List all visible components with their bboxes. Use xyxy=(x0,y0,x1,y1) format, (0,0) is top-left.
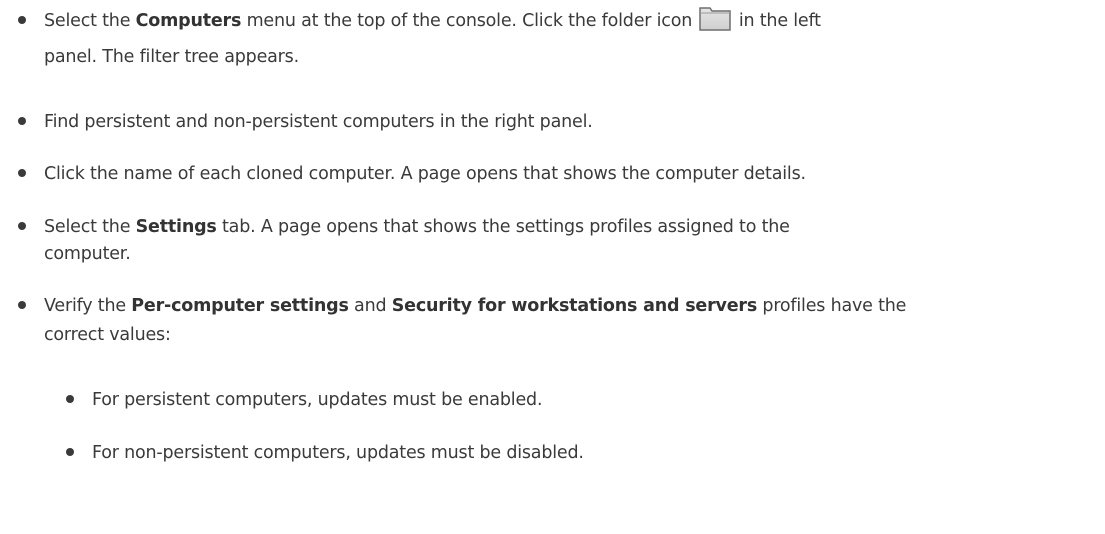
list-item-step-5-continued: correct values: xyxy=(44,318,1084,352)
step-text: correct values: xyxy=(44,325,171,345)
profile-name-per-computer: Per-computer settings xyxy=(131,296,349,316)
step-text: menu at the top of the console. Click th… xyxy=(241,11,698,31)
step-text: panel. The filter tree appears. xyxy=(44,47,299,67)
list-item-substep-1: For persistent computers, updates must b… xyxy=(66,383,1072,417)
step-text: and xyxy=(348,296,392,316)
list-item-step-3: Click the name of each cloned computer. … xyxy=(18,157,1084,191)
tab-name-settings: Settings xyxy=(135,217,217,237)
step-text: Find persistent and non-persistent compu… xyxy=(44,112,593,132)
list-item-step-4-continued: computer. xyxy=(44,237,1084,271)
step-text: For non-persistent computers, updates mu… xyxy=(92,443,584,463)
bullet xyxy=(18,301,26,309)
bullet xyxy=(18,117,26,125)
bullet xyxy=(18,16,26,24)
list-item-substep-2: For non-persistent computers, updates mu… xyxy=(66,436,1072,470)
step-text: tab. A page opens that shows the setting… xyxy=(216,217,790,237)
list-item-step-2: Find persistent and non-persistent compu… xyxy=(18,105,1084,139)
bullet xyxy=(66,395,74,403)
step-text: Verify the xyxy=(44,296,132,316)
list-item-step-1: Select the Computers menu at the top of … xyxy=(18,4,1084,38)
step-text: Click the name of each cloned computer. … xyxy=(44,164,806,184)
step-text: Select the xyxy=(44,11,136,31)
bullet xyxy=(66,448,74,456)
profile-name-security: Security for workstations and servers xyxy=(391,296,758,316)
step-text: in the left xyxy=(733,11,821,31)
step-text: For persistent computers, updates must b… xyxy=(92,390,543,410)
list-item-step-1-continued: panel. The filter tree appears. xyxy=(44,40,1084,74)
step-text: Select the xyxy=(44,217,136,237)
instruction-list: Select the Computers menu at the top of … xyxy=(0,0,1105,534)
step-text: computer. xyxy=(44,244,131,264)
step-text: profiles have the xyxy=(757,296,907,316)
bullet xyxy=(18,169,26,177)
menu-name-computers: Computers xyxy=(135,11,242,31)
bullet xyxy=(18,222,26,230)
folder-icon xyxy=(699,5,732,31)
